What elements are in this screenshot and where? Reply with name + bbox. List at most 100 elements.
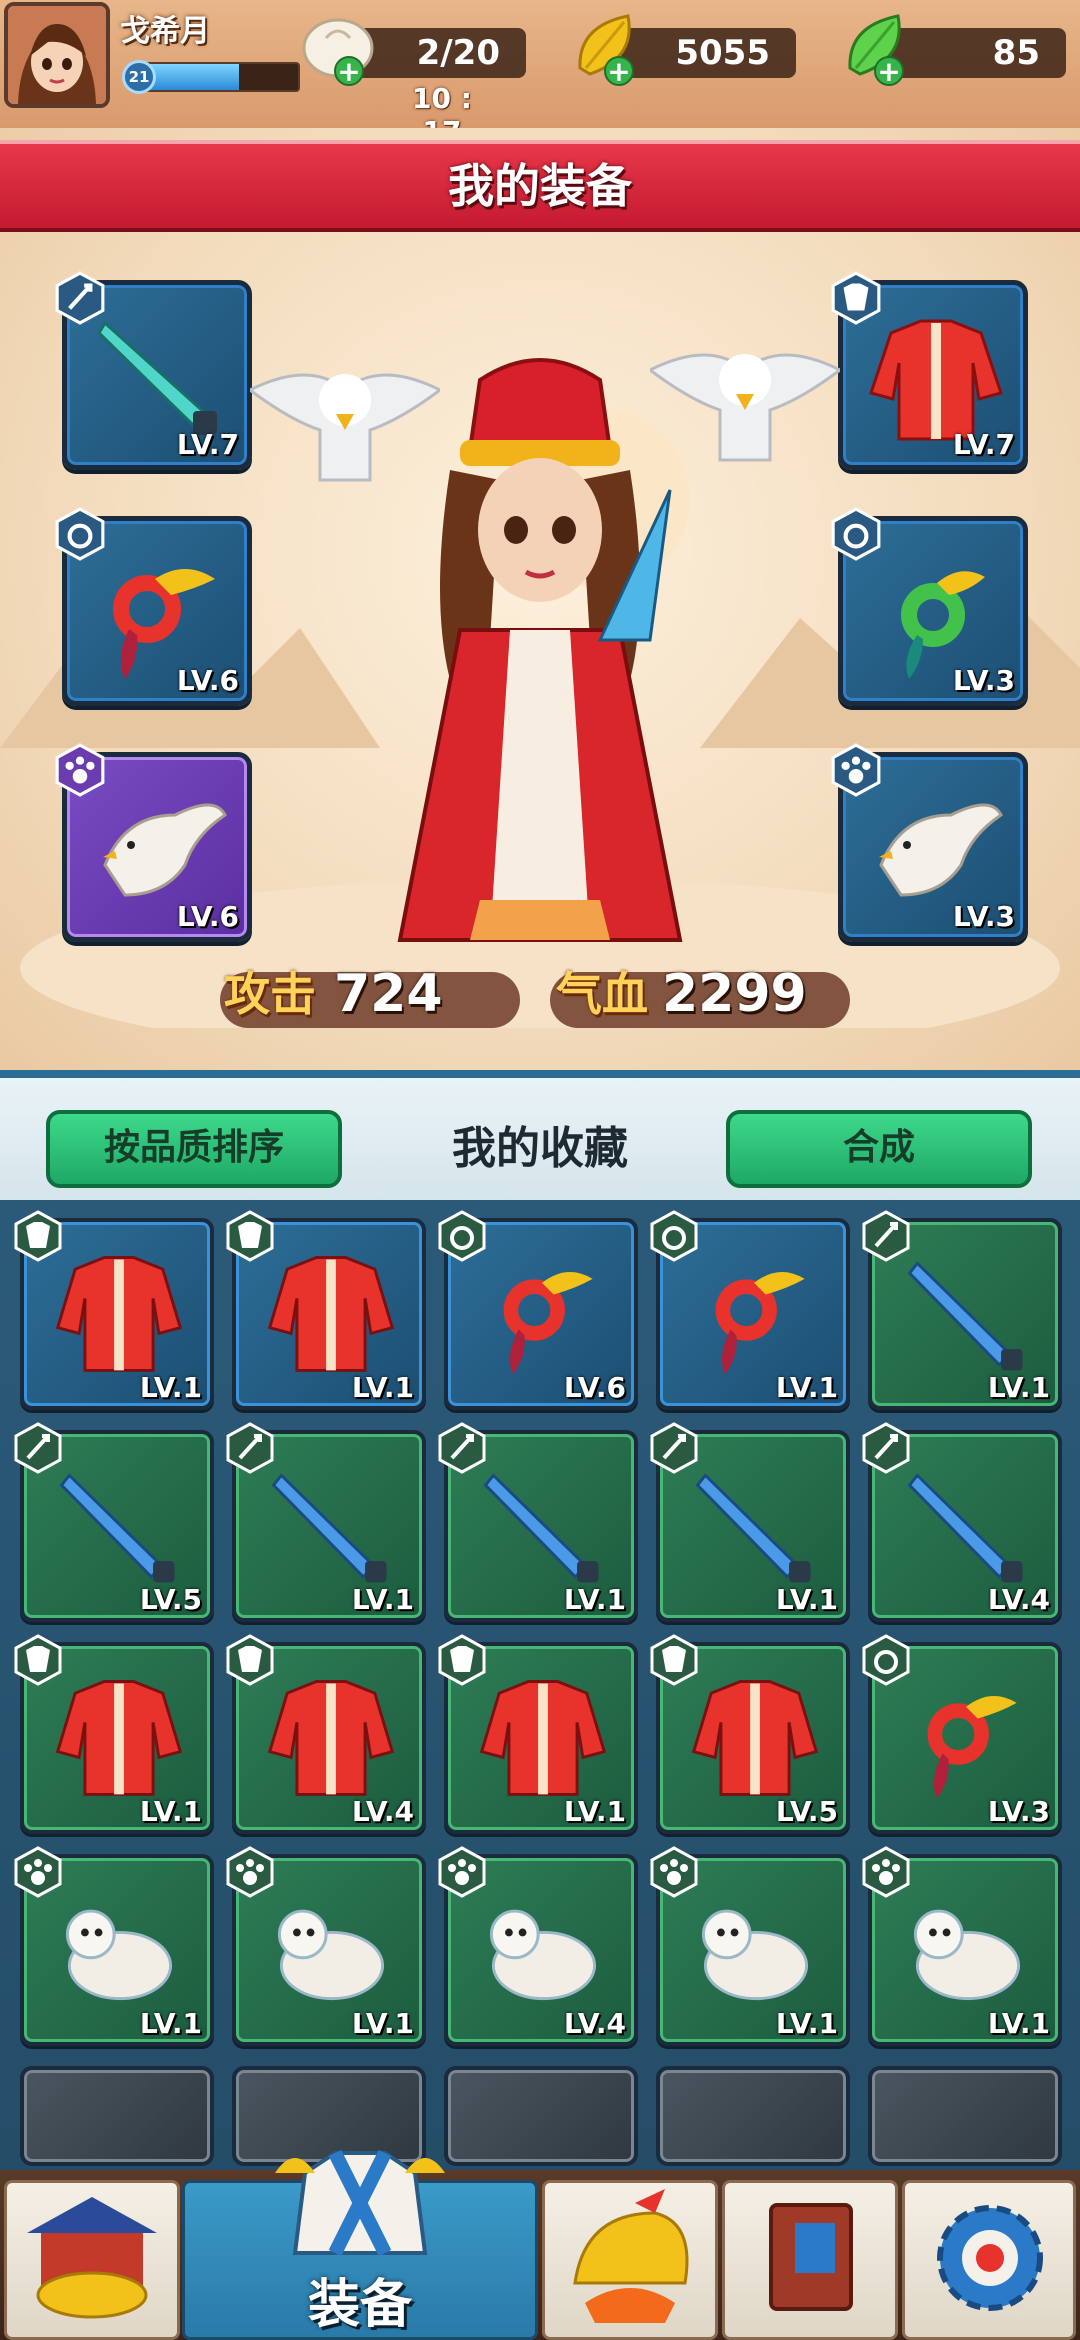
item-level: LV.1 [775,1371,838,1404]
add-jade-button[interactable]: + [874,56,904,86]
slot-level: LV.3 [952,900,1015,933]
slot-level: LV.6 [176,900,239,933]
hp-label: 气血 [556,967,648,1021]
weapon-type-icon [862,1210,910,1262]
collection-item-accessory[interactable]: LV.6 [438,1210,638,1410]
item-level: LV.1 [775,2007,838,2040]
item-level: LV.1 [139,2007,202,2040]
item-level: LV.1 [987,1371,1050,1404]
equip-slot-pet-2[interactable]: LV.3 [831,743,1028,942]
slot-level: LV.7 [176,428,239,461]
weapon-type-icon [226,1422,274,1474]
weapon-item-icon [483,1473,599,1583]
collection-item-pet[interactable]: LV.1 [14,1846,214,2046]
slot-level: LV.7 [952,428,1015,461]
collection-item-armor[interactable]: LV.1 [226,1210,426,1410]
accessory-type-icon [831,507,881,561]
weapon-item-icon [59,1473,175,1583]
collection-item-partial[interactable] [656,2066,850,2166]
item-level: LV.1 [987,2007,1050,2040]
sort-by-quality-button[interactable]: 按品质排序 [46,1110,342,1188]
pet-item-icon [913,1909,1021,2001]
item-level: LV.1 [775,1583,838,1616]
collection-item-armor[interactable]: LV.1 [438,1634,638,1834]
collection-item-weapon[interactable]: LV.1 [226,1422,426,1622]
equip-slot-accessory-1[interactable]: LV.6 [55,507,252,706]
armor-type-icon [650,1634,698,1686]
phoenix-helmet-icon [573,2189,689,2323]
collection-item-pet[interactable]: LV.1 [650,1846,850,2046]
accessory-type-icon [55,507,105,561]
equip-slot-armor[interactable]: LV.7 [831,271,1028,470]
pet-item-icon [65,1909,173,2001]
collection-item-pet[interactable]: LV.1 [862,1846,1062,2046]
armor-type-icon [14,1634,62,1686]
armor-type-icon [226,1634,274,1686]
collection-item-pet[interactable]: LV.4 [438,1846,638,2046]
armor-item-icon [55,1256,183,1372]
pet-type-icon [438,1846,486,1898]
accessory-type-icon [650,1210,698,1262]
collection-item-accessory[interactable]: LV.1 [650,1210,850,1410]
armor-item-icon [55,1680,183,1796]
collection-item-weapon[interactable]: LV.1 [650,1422,850,1622]
weapon-item-icon [695,1473,811,1583]
compose-button[interactable]: 合成 [726,1110,1032,1188]
equipment-banner: 我的装备 [0,140,1080,232]
equip-slot-pet-1[interactable]: LV.6 [55,743,252,942]
weapon-type-icon [650,1422,698,1474]
item-level: LV.5 [139,1583,202,1616]
hero-character[interactable] [350,340,730,970]
xp-bar [140,62,300,92]
collection-item-weapon[interactable]: LV.1 [862,1210,1062,1410]
add-buns-button[interactable]: + [334,56,364,86]
armor-type-icon [14,1210,62,1262]
armor-item-icon [267,1680,395,1796]
weapon-item-icon [907,1261,1023,1371]
nav-tab-battle[interactable] [542,2180,718,2340]
item-level: LV.1 [563,1795,626,1828]
slot-level: LV.6 [176,664,239,697]
pet-type-icon [650,1846,698,1898]
xp-fill [142,64,239,90]
pet-item-icon [701,1909,809,2001]
armor-item-icon [479,1680,607,1796]
weapon-type-icon [14,1422,62,1474]
accessory-type-icon [862,1634,910,1686]
nav-tab-shop[interactable] [4,2180,180,2340]
collection-item-armor[interactable]: LV.5 [650,1634,850,1834]
armor-item-icon [691,1680,819,1796]
collection-item-partial[interactable] [868,2066,1062,2166]
item-level: LV.4 [351,1795,414,1828]
item-level: LV.5 [775,1795,838,1828]
collection-item-armor[interactable]: LV.1 [14,1210,214,1410]
item-level: LV.1 [351,2007,414,2040]
nav-tab-settings[interactable] [902,2180,1076,2340]
collection-item-weapon[interactable]: LV.1 [438,1422,638,1622]
item-level: LV.1 [139,1795,202,1828]
nav-tab-book[interactable] [722,2180,898,2340]
collection-item-armor[interactable]: LV.1 [14,1634,214,1834]
item-level: LV.1 [563,1583,626,1616]
gear-icon [937,2205,1043,2311]
player-name: 戈希月 [120,14,210,49]
armor-item-icon [267,1256,395,1372]
accessory-item-icon [715,1272,805,1375]
item-level: LV.4 [987,1583,1050,1616]
collection-item-weapon[interactable]: LV.5 [14,1422,214,1622]
hp-value: 2299 [662,964,807,1024]
collection-item-pet[interactable]: LV.1 [226,1846,426,2046]
collection-item-armor[interactable]: LV.4 [226,1634,426,1834]
pet-type-icon [226,1846,274,1898]
add-gold-button[interactable]: + [604,56,634,86]
collection-item-weapon[interactable]: LV.4 [862,1422,1062,1622]
armor-type-icon [438,1634,486,1686]
pet-paw-icon [55,743,105,797]
nav-label-equipment: 装备 [307,2275,412,2335]
equip-slot-weapon[interactable]: LV.7 [55,271,252,470]
equip-slot-accessory-2[interactable]: LV.3 [831,507,1028,706]
item-level: LV.1 [351,1371,414,1404]
collection-item-accessory[interactable]: LV.3 [862,1634,1062,1834]
accessory-type-icon [438,1210,486,1262]
player-avatar[interactable] [4,2,110,108]
